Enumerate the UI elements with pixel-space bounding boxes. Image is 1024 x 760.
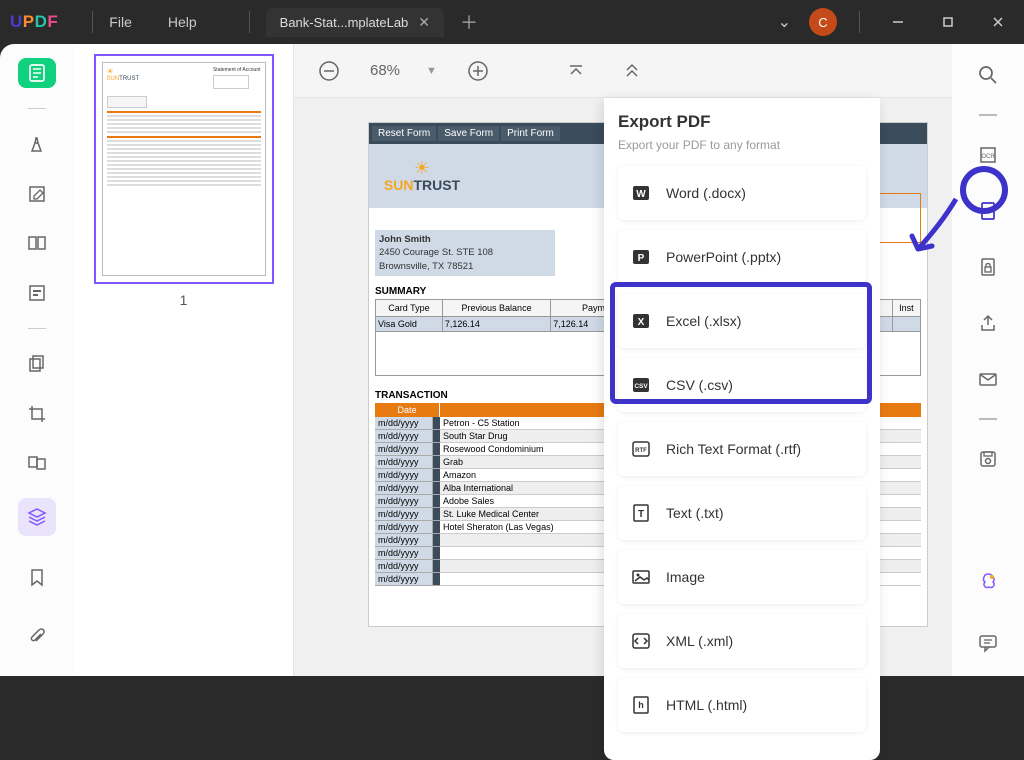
export-word-button[interactable]: W Word (.docx) (618, 166, 866, 220)
csv-icon: CSV (630, 374, 652, 396)
edit-text-button[interactable] (18, 179, 56, 209)
zoom-dropdown-icon[interactable]: ▼ (426, 65, 437, 77)
bank-logo: ☀ SUNTRUST (377, 150, 467, 202)
zoom-in-button[interactable] (463, 56, 493, 86)
export-subtitle: Export your PDF to any format (618, 138, 866, 152)
svg-text:X: X (638, 317, 645, 328)
app-logo: UPDF (10, 12, 58, 32)
document-area: 68% ▼ Reset Form Save Form Print Form (294, 44, 952, 676)
export-image-button[interactable]: Image (618, 550, 866, 604)
tab-close-icon[interactable]: ✕ (418, 14, 430, 31)
export-pdf-button[interactable] (971, 194, 1005, 228)
scroll-up-button[interactable] (617, 56, 647, 86)
bookmark-button[interactable] (18, 558, 56, 596)
email-button[interactable] (971, 362, 1005, 396)
excel-icon: X (630, 310, 652, 332)
tab-dropdown-icon[interactable]: ⌄ (778, 12, 791, 32)
right-rail: OCR (952, 44, 1024, 676)
document-tab[interactable]: Bank-Stat...mplateLab ✕ (266, 8, 444, 37)
ppt-icon: P (630, 246, 652, 268)
export-excel-button[interactable]: X Excel (.xlsx) (618, 294, 866, 348)
doc-print-button[interactable]: Print Form (501, 126, 560, 141)
crop-tool-button[interactable] (18, 399, 56, 429)
customer-address: John Smith 2450 Courage St. STE 108 Brow… (375, 230, 555, 276)
html-icon: h (630, 694, 652, 716)
svg-text:h: h (638, 700, 644, 710)
tab-add-button[interactable]: ＋ (460, 9, 478, 35)
tab-title: Bank-Stat...mplateLab (280, 15, 409, 30)
export-rtf-button[interactable]: RTF Rich Text Format (.rtf) (618, 422, 866, 476)
svg-text:W: W (636, 189, 646, 200)
ocr-button[interactable]: OCR (971, 138, 1005, 172)
search-button[interactable] (971, 58, 1005, 92)
export-csv-button[interactable]: CSV CSV (.csv) (618, 358, 866, 412)
svg-text:RTF: RTF (635, 448, 647, 454)
menu-file[interactable]: File (109, 14, 132, 30)
attachment-button[interactable] (18, 618, 56, 656)
menu-help[interactable]: Help (168, 14, 197, 30)
export-html-button[interactable]: h HTML (.html) (618, 678, 866, 732)
titlebar: UPDF File Help Bank-Stat...mplateLab ✕ ＋… (0, 0, 1024, 44)
comment-button[interactable] (971, 626, 1005, 660)
protect-button[interactable] (971, 250, 1005, 284)
compare-button[interactable] (18, 448, 56, 478)
highlight-tool-button[interactable] (18, 129, 56, 159)
window-close-button[interactable] (982, 7, 1014, 37)
read-mode-button[interactable] (18, 228, 56, 258)
zoom-out-button[interactable] (314, 56, 344, 86)
save-button[interactable] (971, 442, 1005, 476)
svg-text:T: T (638, 509, 644, 520)
thumbnail-panel: ☀SUNTRUST Statement of Account 1 (74, 44, 294, 676)
txt-icon: T (630, 502, 652, 524)
window-maximize-button[interactable] (932, 7, 964, 37)
svg-text:CSV: CSV (634, 383, 648, 390)
share-button[interactable] (971, 306, 1005, 340)
avatar[interactable]: C (809, 8, 837, 36)
page-number-label: 1 (180, 292, 188, 308)
export-xml-button[interactable]: XML (.xml) (618, 614, 866, 668)
organize-pages-button[interactable] (18, 349, 56, 379)
scroll-top-button[interactable] (561, 56, 591, 86)
svg-text:OCR: OCR (981, 154, 995, 160)
window-minimize-button[interactable] (882, 7, 914, 37)
thumbnails-button[interactable] (18, 58, 56, 88)
zoom-level: 68% (370, 62, 400, 79)
page-thumbnail[interactable]: ☀SUNTRUST Statement of Account (94, 54, 274, 284)
export-title: Export PDF (618, 112, 866, 132)
layers-button[interactable] (18, 498, 56, 536)
export-txt-button[interactable]: T Text (.txt) (618, 486, 866, 540)
rtf-icon: RTF (630, 438, 652, 460)
left-rail (0, 44, 74, 676)
image-icon (630, 566, 652, 588)
xml-icon (630, 630, 652, 652)
word-icon: W (630, 182, 652, 204)
ai-assistant-button[interactable] (971, 564, 1005, 598)
export-ppt-button[interactable]: P PowerPoint (.pptx) (618, 230, 866, 284)
doc-save-button[interactable]: Save Form (438, 126, 499, 141)
form-tool-button[interactable] (18, 278, 56, 308)
svg-text:P: P (638, 253, 645, 264)
zoom-toolbar: 68% ▼ (294, 44, 952, 98)
doc-reset-button[interactable]: Reset Form (372, 126, 436, 141)
export-pdf-panel: Export PDF Export your PDF to any format… (604, 98, 880, 760)
